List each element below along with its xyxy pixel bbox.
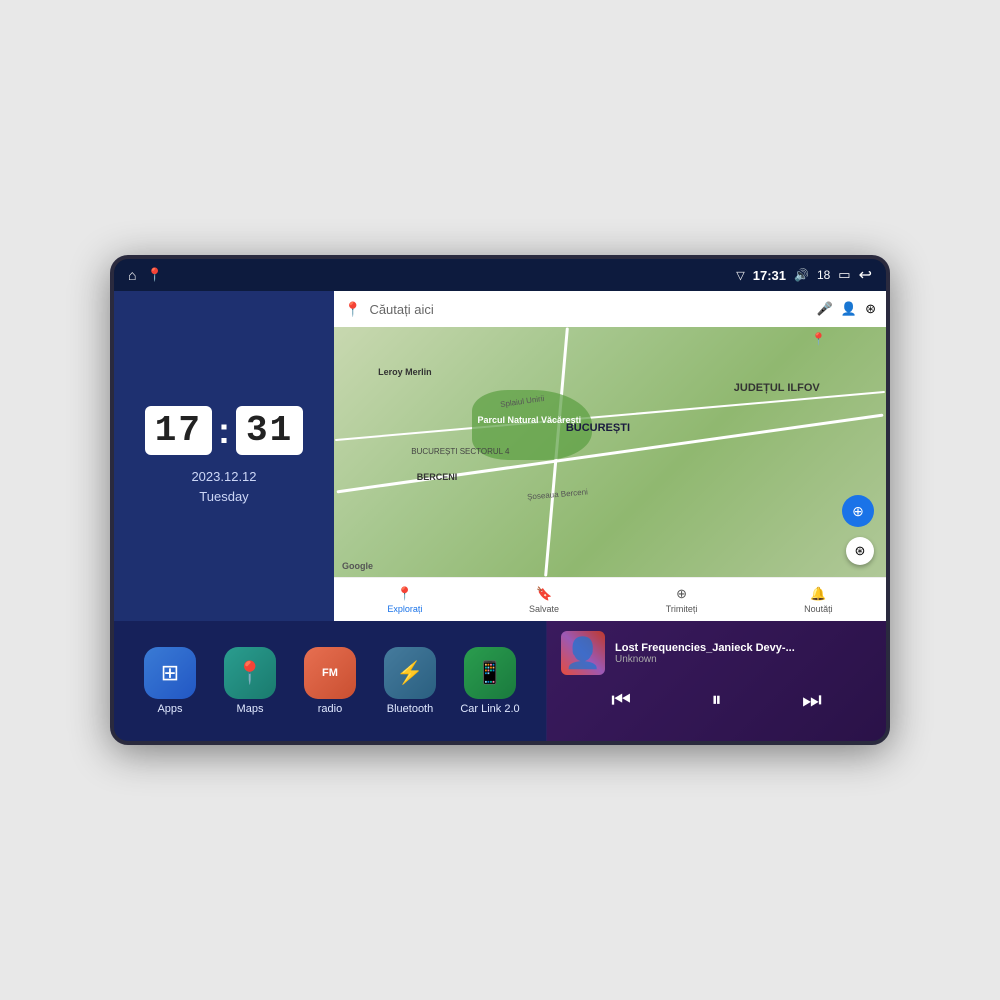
back-icon[interactable]: ↩ (859, 265, 872, 285)
volume-icon: 🔊 (794, 268, 809, 282)
news-icon: 🔔 (810, 586, 826, 602)
map-nav-news-label: Noutăți (804, 604, 833, 614)
account-icon[interactable]: 👤 (841, 301, 857, 317)
map-compass[interactable]: ⊛ (846, 537, 874, 565)
main-area: 17 : 31 2023.12.12 Tuesday 📍 Căutați aic… (114, 291, 886, 741)
map-widget[interactable]: 📍 Căutați aici 🎤 👤 ⊛ Parcul Natural Văcă… (334, 291, 886, 621)
maps-pin-icon[interactable]: 📍 (146, 267, 162, 283)
apps-grid: ⊞ Apps 📍 Maps FM radio (114, 621, 546, 741)
music-player: 👤 Lost Frequencies_Janieck Devy-... Unkn… (546, 621, 886, 741)
map-city-label: BUCUREȘTI (566, 422, 630, 434)
send-icon: ⊕ (676, 586, 687, 602)
top-section: 17 : 31 2023.12.12 Tuesday 📍 Căutați aic… (114, 291, 886, 621)
music-info: 👤 Lost Frequencies_Janieck Devy-... Unkn… (561, 631, 872, 675)
map-search-bar[interactable]: 📍 Căutați aici 🎤 👤 ⊛ (334, 291, 886, 327)
radio-label: radio (318, 703, 342, 715)
map-nav-send-label: Trimiteți (666, 604, 698, 614)
carlink-icon: 📱 (464, 647, 516, 699)
map-pin-top: 📍 (811, 332, 826, 346)
map-nav-saved[interactable]: 🔖 Salvate (529, 586, 559, 614)
music-controls: ⏮ ⏸ ⏭ (561, 683, 872, 717)
layers-icon[interactable]: ⊛ (865, 301, 876, 317)
music-artist: Unknown (615, 654, 872, 665)
map-leroy-label: Leroy Merlin (378, 367, 432, 377)
status-bar: ⌂ 📍 ▽ 17:31 🔊 18 ▭ ↩ (114, 259, 886, 291)
map-bottom-nav: 📍 Explorați 🔖 Salvate ⊕ Trimiteți 🔔 Nout… (334, 577, 886, 621)
google-logo: Google (342, 561, 373, 571)
car-head-unit: ⌂ 📍 ▽ 17:31 🔊 18 ▭ ↩ 17 : 31 2023.12.12 (110, 255, 890, 745)
music-title: Lost Frequencies_Janieck Devy-... (615, 642, 872, 654)
prev-button[interactable]: ⏮ (603, 683, 639, 717)
clock-widget: 17 : 31 2023.12.12 Tuesday (114, 291, 334, 621)
map-nav-news[interactable]: 🔔 Noutăți (804, 586, 833, 614)
saved-icon: 🔖 (536, 586, 552, 602)
mic-icon[interactable]: 🎤 (817, 301, 833, 317)
map-sector-label: BUCUREȘTI SECTORUL 4 (411, 447, 509, 456)
apps-icon: ⊞ (144, 647, 196, 699)
app-item-maps[interactable]: 📍 Maps (210, 647, 290, 715)
signal-icon: ▽ (736, 269, 744, 282)
map-search-text[interactable]: Căutați aici (369, 302, 808, 317)
album-art: 👤 (561, 631, 605, 675)
clock-hours: 17 (145, 406, 212, 455)
map-nav-send[interactable]: ⊕ Trimiteți (666, 586, 698, 614)
next-button[interactable]: ⏭ (794, 683, 830, 717)
bluetooth-label: Bluetooth (387, 703, 433, 715)
play-pause-button[interactable]: ⏸ (703, 685, 729, 716)
map-nav-saved-label: Salvate (529, 604, 559, 614)
maps-icon: 📍 (224, 647, 276, 699)
carlink-label: Car Link 2.0 (460, 703, 519, 715)
clock-date: 2023.12.12 Tuesday (191, 467, 256, 506)
radio-icon: FM (304, 647, 356, 699)
apps-label: Apps (157, 703, 182, 715)
maps-label: Maps (237, 703, 264, 715)
battery-level: 18 (817, 268, 830, 282)
clock-display: 17 : 31 (145, 406, 303, 455)
map-berceni-label: BERCENI (417, 472, 458, 482)
map-nav-explore[interactable]: 📍 Explorați (387, 586, 422, 614)
map-county-label: JUDEȚUL ILFOV (734, 382, 820, 394)
app-item-carlink[interactable]: 📱 Car Link 2.0 (450, 647, 530, 715)
map-nav-explore-label: Explorați (387, 604, 422, 614)
app-item-apps[interactable]: ⊞ Apps (130, 647, 210, 715)
status-left-icons: ⌂ 📍 (128, 267, 163, 283)
map-search-icons: 🎤 👤 ⊛ (817, 301, 876, 317)
clock-minutes: 31 (236, 406, 303, 455)
battery-icon: ▭ (838, 267, 850, 283)
app-item-radio[interactable]: FM radio (290, 647, 370, 715)
bluetooth-icon: ⚡ (384, 647, 436, 699)
status-time: 17:31 (753, 268, 786, 283)
home-icon[interactable]: ⌂ (128, 267, 136, 283)
app-item-bluetooth[interactable]: ⚡ Bluetooth (370, 647, 450, 715)
bottom-section: ⊞ Apps 📍 Maps FM radio (114, 621, 886, 741)
map-street-label2: Șoseaua Berceni (527, 487, 588, 501)
map-locate-button[interactable]: ⊕ (842, 495, 874, 527)
map-body[interactable]: Parcul Natural Văcărești BUCUREȘTI JUDEȚ… (334, 327, 886, 577)
music-text: Lost Frequencies_Janieck Devy-... Unknow… (615, 642, 872, 665)
clock-colon: : (218, 410, 230, 452)
status-right-info: ▽ 17:31 🔊 18 ▭ ↩ (736, 265, 872, 285)
google-maps-pin-icon: 📍 (344, 301, 361, 318)
album-art-inner: 👤 (561, 631, 605, 675)
explore-icon: 📍 (397, 586, 413, 602)
